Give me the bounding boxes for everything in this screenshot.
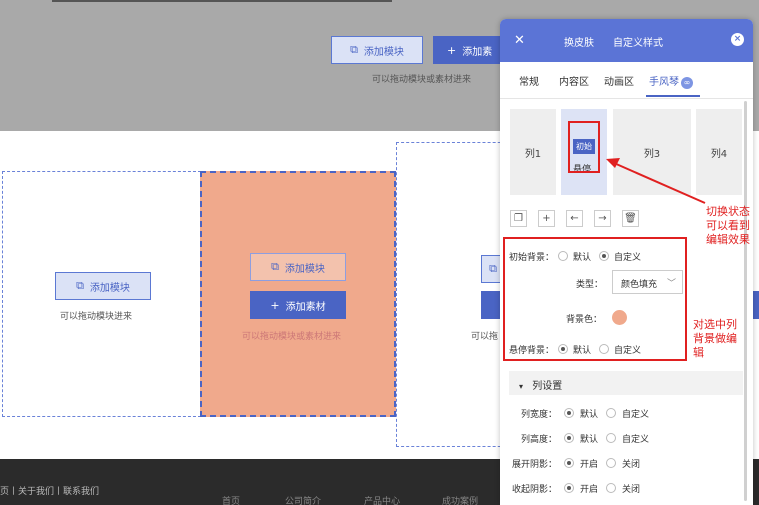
annotation-state-line-2: 可以看到 (706, 219, 750, 232)
annotation-state-note: 切换状态 可以看到 编辑效果 (706, 205, 750, 247)
annotation-state-line-3: 编辑效果 (706, 233, 750, 246)
annotation-arrows (606, 158, 706, 204)
arrow-state-head (606, 158, 620, 168)
annotation-bg-note: 对选中列 背景做编 辑 (693, 318, 737, 360)
arrow-state-line (613, 162, 706, 204)
annotation-bg-line-3: 辑 (693, 346, 704, 359)
annotation-bg-line-1: 对选中列 (693, 318, 737, 331)
editor-stage: ⧉ 添加模块 + 添加素 可以拖动模块或素材进来 ⧉ 添加模块 可以拖动模块进来… (0, 0, 759, 505)
annotation-bg-line-2: 背景做编 (693, 332, 737, 345)
annotation-state-line-1: 切换状态 (706, 205, 750, 218)
